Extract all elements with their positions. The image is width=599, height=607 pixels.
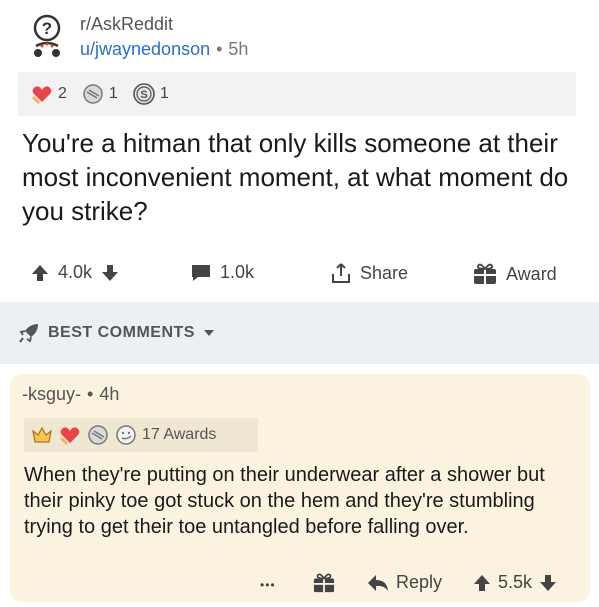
comment-age: 4h [99,384,120,404]
comment-score: 5.5k [498,572,533,592]
comment-bubble-icon [190,263,212,283]
silver-award-icon: S [132,82,156,106]
gift-icon [472,262,498,286]
comment-body: When they're putting on their underwear … [24,464,545,538]
award-heart-hands[interactable]: 2 [30,82,67,106]
comment-awards[interactable]: 17 Awards [24,418,258,452]
reply-button[interactable]: Reply [366,572,442,593]
share-label: Share [360,262,409,283]
post-header: ? r/AskReddit u/jwaynedonson • 5h [18,8,578,64]
smirk-award-icon [114,423,138,447]
post-author[interactable]: u/jwaynedonson [80,39,210,59]
share-icon [330,262,352,284]
comment-sort-bar[interactable]: BEST COMMENTS [0,302,599,364]
award-count: 1 [159,85,169,102]
byline-separator: • [216,39,223,59]
comment-awards-label: 17 Awards [142,426,217,443]
facepalm-award-icon [81,82,105,106]
comment-card: -ksguy- • 4h 17 Awards When they're putt… [10,374,590,602]
share-button[interactable]: Share [330,262,408,284]
award-facepalm[interactable]: 1 [81,82,118,106]
reply-label: Reply [396,572,443,592]
chevron-down-icon [203,328,215,338]
facepalm-award-icon [86,423,110,447]
comment-byline: -ksguy- • 4h [22,384,119,405]
comments-button[interactable]: 1.0k [190,262,254,283]
downvote-icon[interactable] [100,263,120,283]
crown-award-icon [30,423,54,447]
comment-vote-group: 5.5k [472,572,558,593]
downvote-icon[interactable] [538,573,558,593]
award-silver[interactable]: S 1 [132,82,169,106]
post-title[interactable]: You're a hitman that only kills someone … [22,126,578,228]
post-score: 4.0k [58,262,93,282]
comment-separator: • [87,384,94,404]
award-count: 1 [108,85,118,102]
award-button[interactable]: Award [472,262,557,286]
sort-label: BEST COMMENTS [48,324,195,341]
rocket-icon [18,322,40,344]
gift-icon [312,572,336,594]
subreddit-name[interactable]: r/AskReddit [80,14,173,35]
award-count: 2 [58,85,67,102]
comment-author[interactable]: -ksguy- [22,384,81,404]
comments-count: 1.0k [220,262,255,282]
post-age: 5h [228,39,249,59]
upvote-icon[interactable] [472,573,492,593]
svg-text:S: S [140,89,147,101]
post-vote-group: 4.0k [30,262,120,283]
comment-action-bar: ••• Reply 5.5k [10,570,590,598]
comment-award-button[interactable] [312,572,336,594]
more-options-button[interactable]: ••• [260,578,276,592]
post-awards[interactable]: 2 1 S 1 [18,72,576,116]
post-action-bar: 4.0k 1.0k Share Award [0,250,599,296]
award-label: Award [506,263,557,284]
upvote-icon[interactable] [30,263,50,283]
post-byline: u/jwaynedonson • 5h [80,39,248,60]
heart-hands-award-icon [58,423,82,447]
svg-text:?: ? [42,19,52,38]
subreddit-snoo-icon[interactable]: ? [26,14,68,60]
heart-hands-award-icon [30,82,54,106]
reply-arrow-icon [366,573,390,593]
